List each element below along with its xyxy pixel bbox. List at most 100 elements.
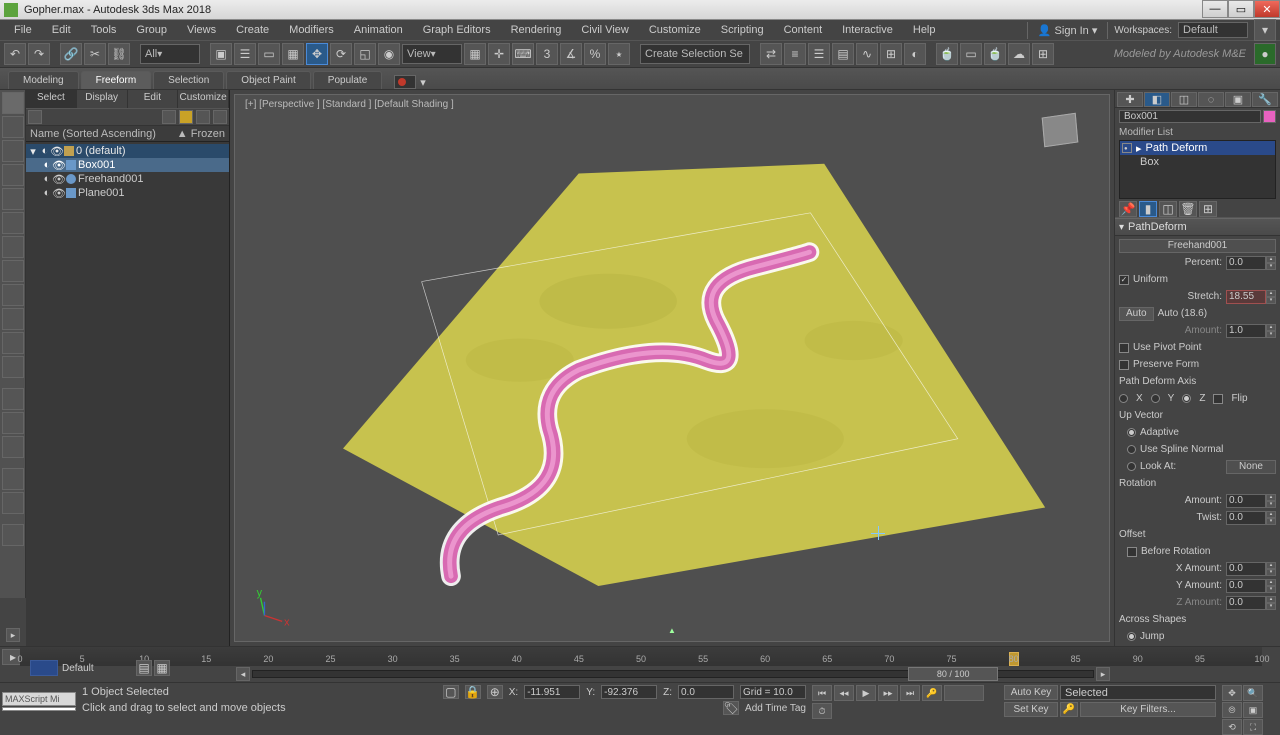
axis-x-radio[interactable]: [1119, 394, 1128, 403]
snap-toggle-icon[interactable]: 3: [536, 43, 558, 65]
rectangular-region-icon[interactable]: ▭: [258, 43, 280, 65]
coord-x-field[interactable]: [524, 685, 580, 699]
next-frame-icon[interactable]: ▸▸: [878, 685, 898, 701]
tree-root[interactable]: ▾◐👁 0 (default): [26, 144, 229, 158]
ribbon-tab-objectpaint[interactable]: Object Paint: [226, 71, 310, 89]
time-slider-next-icon[interactable]: ▸: [1096, 667, 1110, 681]
viewport-label[interactable]: [+] [Perspective ] [Standard ] [Default …: [245, 99, 454, 110]
viewcube[interactable]: [1033, 105, 1089, 161]
select-move-icon[interactable]: ✥: [306, 43, 328, 65]
remove-modifier-icon[interactable]: 🗑: [1179, 201, 1197, 217]
menu-tools[interactable]: Tools: [81, 22, 127, 38]
coord-y-field[interactable]: [601, 685, 657, 699]
nav-zoom-icon[interactable]: 🔍: [1243, 685, 1263, 701]
twist-spinner[interactable]: ▴▾: [1226, 511, 1276, 525]
keymode-dropdown[interactable]: Selected: [1060, 685, 1216, 700]
explorer-tab-select[interactable]: Select: [26, 90, 77, 108]
unlink-icon[interactable]: ✂: [84, 43, 106, 65]
menu-civilview[interactable]: Civil View: [571, 22, 638, 38]
modstack-box[interactable]: Box: [1120, 155, 1275, 169]
show-end-result-icon[interactable]: ▮: [1139, 201, 1157, 217]
add-time-tag-label[interactable]: Add Time Tag: [745, 703, 806, 714]
menu-scripting[interactable]: Scripting: [711, 22, 774, 38]
selection-lock-icon[interactable]: 🔒: [465, 685, 481, 699]
cmd-tab-hierarchy-icon[interactable]: ◫: [1171, 92, 1197, 107]
render-production-icon[interactable]: 🍵: [984, 43, 1006, 65]
select-place-icon[interactable]: ◉: [378, 43, 400, 65]
viewport-perspective[interactable]: [+] [Perspective ] [Standard ] [Default …: [234, 94, 1110, 642]
preserve-checkbox[interactable]: [1119, 360, 1129, 370]
cmd-tab-utilities-icon[interactable]: 🔧: [1252, 92, 1278, 107]
curve-editor-icon[interactable]: ∿: [856, 43, 878, 65]
menu-group[interactable]: Group: [126, 22, 177, 38]
ribbon-tab-freeform[interactable]: Freeform: [81, 71, 152, 89]
stretch-spinner[interactable]: ▴▾: [1226, 290, 1276, 304]
nav-fov-icon[interactable]: ⦾: [1222, 702, 1242, 718]
menu-help[interactable]: Help: [903, 22, 946, 38]
pin-stack-icon[interactable]: 📌: [1119, 201, 1137, 217]
modifier-enable-icon[interactable]: [1122, 143, 1132, 153]
time-slider[interactable]: ◂ 80 / 100 ▸: [236, 666, 1110, 682]
tree-item-plane001[interactable]: ◐👁 Plane001: [26, 186, 229, 200]
render-setup-icon[interactable]: 🍵: [936, 43, 958, 65]
coord-z-field[interactable]: [678, 685, 734, 699]
goto-start-icon[interactable]: ⏮: [812, 685, 832, 701]
menu-file[interactable]: File: [4, 22, 42, 38]
explorer-col-name[interactable]: Name (Sorted Ascending): [30, 128, 177, 139]
material-slot-b-icon[interactable]: ▦: [154, 660, 170, 676]
material-preview[interactable]: [30, 660, 58, 676]
explorer-view-icon[interactable]: [162, 110, 176, 124]
spinner-snap-icon[interactable]: ⭑: [608, 43, 630, 65]
setkey-key-icon[interactable]: 🔑: [1060, 702, 1078, 717]
nav-pan-icon[interactable]: ✥: [1222, 685, 1242, 701]
time-config-icon[interactable]: ⏱: [812, 703, 832, 719]
maximize-button[interactable]: ▭: [1228, 0, 1254, 18]
modstack-pathdeform[interactable]: ▸ Path Deform: [1120, 141, 1275, 155]
close-button[interactable]: ✕: [1254, 0, 1280, 18]
object-name-field[interactable]: [1119, 110, 1261, 123]
open-autodesk-icon[interactable]: ⊞: [1032, 43, 1054, 65]
maxscript-listener[interactable]: MAXScript Mi: [2, 692, 76, 706]
percent-spinner[interactable]: ▴▾: [1226, 256, 1276, 270]
material-slot-a-icon[interactable]: ▤: [136, 660, 152, 676]
configure-sets-icon[interactable]: ⊞: [1199, 201, 1217, 217]
explorer-col-frozen[interactable]: ▲ Frozen: [177, 128, 225, 139]
expand-left-icon[interactable]: ▸: [6, 628, 20, 642]
modifier-list-label[interactable]: Modifier List: [1115, 125, 1280, 140]
explorer-tab-display[interactable]: Display: [77, 90, 128, 108]
time-tag-icon[interactable]: 🏷: [723, 701, 739, 715]
window-crossing-icon[interactable]: ▦: [282, 43, 304, 65]
key-mode-icon[interactable]: 🔑: [922, 685, 942, 701]
current-frame-field[interactable]: [944, 685, 984, 701]
explorer-tab-edit[interactable]: Edit: [128, 90, 179, 108]
spline-normal-radio[interactable]: [1127, 445, 1136, 454]
angle-snap-icon[interactable]: ∡: [560, 43, 582, 65]
lookat-pick-button[interactable]: None: [1226, 460, 1276, 474]
setkey-button[interactable]: Set Key: [1004, 702, 1058, 717]
explorer-tab-customize[interactable]: Customize: [178, 90, 229, 108]
nav-zoom-extents-icon[interactable]: ▣: [1243, 702, 1263, 718]
isolate-selection-icon[interactable]: ▢: [443, 685, 459, 699]
record-indicator-icon[interactable]: [394, 75, 416, 89]
object-color-swatch[interactable]: [1263, 110, 1276, 123]
explorer-add-icon[interactable]: [213, 110, 227, 124]
cmd-tab-display-icon[interactable]: ▣: [1225, 92, 1251, 107]
cmd-tab-modify-icon[interactable]: ◧: [1144, 92, 1170, 107]
track-scale[interactable]: 0510152025303540455055606570758085909510…: [20, 647, 1262, 666]
percent-snap-icon[interactable]: %: [584, 43, 606, 65]
explorer-lock-icon[interactable]: [196, 110, 210, 124]
layer-explorer-icon[interactable]: ☰: [808, 43, 830, 65]
material-editor-icon[interactable]: ◐: [904, 43, 926, 65]
uniform-checkbox[interactable]: ✓: [1119, 275, 1129, 285]
flip-checkbox[interactable]: [1213, 394, 1223, 404]
selection-filter-dropdown[interactable]: All ▾: [140, 44, 200, 64]
select-rotate-icon[interactable]: ⟳: [330, 43, 352, 65]
workspace-dropdown[interactable]: Default: [1178, 22, 1248, 38]
undo-icon[interactable]: ↶: [4, 43, 26, 65]
explorer-search-clear-icon[interactable]: [28, 110, 42, 124]
cmd-tab-create-icon[interactable]: ✚: [1117, 92, 1143, 107]
axis-y-radio[interactable]: [1151, 394, 1160, 403]
workspace-menu-button[interactable]: ▾: [1254, 19, 1276, 41]
select-scale-icon[interactable]: ◱: [354, 43, 376, 65]
spline-pick-button[interactable]: Freehand001: [1119, 239, 1276, 253]
